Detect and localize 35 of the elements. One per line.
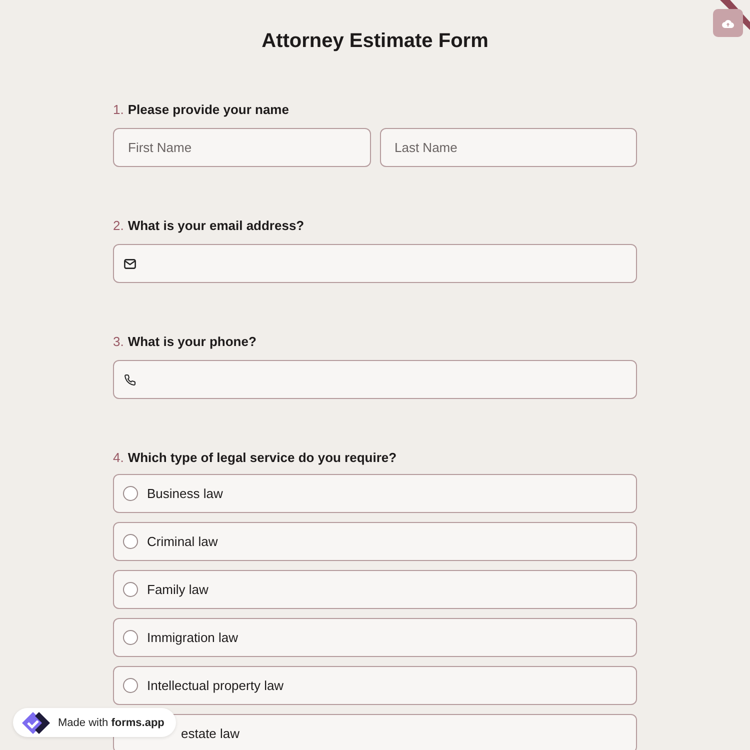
question-label: Which type of legal service do you require? — [128, 450, 397, 465]
radio-button[interactable] — [123, 630, 138, 645]
option-label: Family law — [147, 582, 208, 597]
phone-icon — [124, 374, 136, 386]
question-number: 4. — [113, 450, 124, 465]
option-label: Criminal law — [147, 534, 218, 549]
form-title: Attorney Estimate Form — [262, 30, 488, 53]
question-number: 3. — [113, 334, 124, 349]
name-field[interactable]: First Name — [113, 128, 370, 167]
option-item[interactable]: Criminal law — [113, 522, 637, 561]
upload-button[interactable] — [713, 9, 743, 37]
email-field[interactable] — [113, 244, 637, 283]
question-number: 2. — [113, 218, 124, 233]
radio-button[interactable] — [123, 534, 138, 549]
radio-button[interactable] — [123, 678, 138, 693]
question-label: What is your email address? — [128, 218, 304, 233]
option-label: Intellectual property law — [147, 678, 284, 693]
mail-icon — [124, 258, 136, 268]
phone-field[interactable] — [113, 360, 637, 399]
question-label: What is your phone? — [128, 334, 256, 349]
cloud-upload-icon — [722, 18, 734, 28]
question-number: 1. — [113, 102, 124, 117]
question-label: Please provide your name — [128, 102, 289, 117]
option-item[interactable]: Family law — [113, 570, 637, 609]
radio-button[interactable] — [123, 582, 138, 597]
made-with-badge[interactable]: Made with forms.app — [13, 708, 176, 737]
option-item[interactable]: Intellectual property law — [113, 666, 637, 705]
option-item[interactable]: Immigration law — [113, 618, 637, 657]
radio-button[interactable] — [123, 486, 138, 501]
name-field[interactable]: Last Name — [380, 128, 637, 167]
logo-icon — [21, 712, 51, 734]
option-label: estate law — [181, 726, 240, 741]
option-item[interactable]: Business law — [113, 474, 637, 513]
option-label: Immigration law — [147, 630, 238, 645]
option-label: Business law — [147, 486, 223, 501]
